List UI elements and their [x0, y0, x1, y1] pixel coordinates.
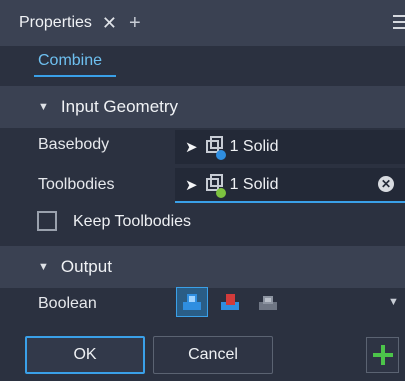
tab-properties[interactable]: Properties ✕ +: [0, 0, 150, 46]
active-field-underline: [175, 201, 405, 203]
toolbodies-value: 1 Solid: [229, 176, 279, 193]
cursor-arrow-icon: ➤: [185, 139, 198, 156]
tab-title: Properties: [19, 14, 92, 31]
keep-toolbodies-label: Keep Toolbodies: [73, 213, 192, 230]
section-output[interactable]: ▼ Output: [0, 246, 405, 288]
solid-body-icon: [205, 174, 226, 198]
collapse-triangle-icon: ▼: [38, 261, 49, 273]
join-icon[interactable]: [176, 287, 208, 317]
active-tab-underline: [34, 75, 116, 77]
cancel-button[interactable]: Cancel: [153, 336, 273, 374]
cut-icon[interactable]: [214, 287, 246, 317]
menu-icon[interactable]: [393, 15, 405, 31]
cursor-arrow-icon: ➤: [185, 177, 198, 194]
add-button[interactable]: [366, 337, 399, 373]
chevron-down-icon[interactable]: ▼: [388, 296, 399, 308]
section-title: Input Geometry: [60, 97, 179, 116]
ok-button[interactable]: OK: [25, 336, 145, 374]
section-title: Output: [60, 257, 112, 276]
intersect-icon[interactable]: [252, 287, 284, 317]
clear-selection-icon[interactable]: ✕: [378, 176, 394, 192]
toolbodies-label: Toolbodies: [38, 176, 115, 193]
boolean-label: Boolean: [38, 295, 97, 312]
collapse-triangle-icon: ▼: [38, 101, 49, 113]
plus-icon: [372, 345, 393, 365]
basebody-label: Basebody: [38, 136, 110, 153]
add-tab-icon[interactable]: +: [129, 12, 141, 35]
close-icon[interactable]: ✕: [102, 13, 117, 34]
tab-combine[interactable]: Combine: [38, 52, 102, 70]
toolbodies-selector[interactable]: ➤ 1 Solid: [175, 168, 405, 202]
solid-body-icon: [205, 136, 226, 160]
basebody-value: 1 Solid: [229, 138, 279, 155]
section-input-geometry[interactable]: ▼ Input Geometry: [0, 86, 405, 128]
basebody-selector[interactable]: ➤ 1 Solid: [175, 130, 405, 164]
keep-toolbodies-checkbox[interactable]: [37, 211, 57, 231]
